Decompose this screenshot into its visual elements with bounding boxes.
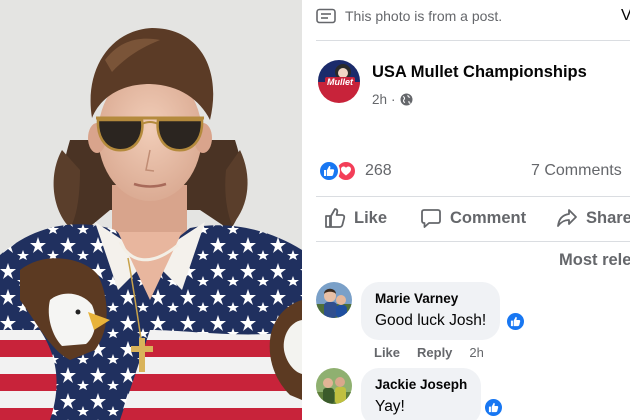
- reaction-summary[interactable]: 268: [318, 160, 392, 182]
- post-notice[interactable]: This photo is from a post.: [316, 8, 502, 24]
- comment-sort-dropdown[interactable]: Most relevant: [559, 251, 630, 270]
- truncated-header-link[interactable]: V: [621, 7, 630, 25]
- photo-illustration: [0, 0, 302, 420]
- divider: [316, 196, 630, 197]
- comment-actions: Like Reply 2h: [374, 345, 484, 360]
- post-notice-text: This photo is from a post.: [345, 8, 503, 24]
- comment-reply-link[interactable]: Reply: [417, 345, 452, 360]
- post-photo[interactable]: [0, 0, 302, 420]
- avatar[interactable]: [316, 282, 352, 318]
- share-button-label: Share: [586, 208, 630, 227]
- comment-text: Yay!: [375, 398, 405, 415]
- comment-text: Good luck Josh!: [375, 312, 487, 329]
- divider: [316, 241, 630, 242]
- like-button-label: Like: [354, 208, 388, 227]
- post-time[interactable]: 2h: [372, 92, 387, 107]
- post-meta: 2h ·: [372, 92, 587, 107]
- comments-count[interactable]: 7 Comments: [531, 162, 622, 180]
- comment-like-badge-icon[interactable]: [505, 311, 526, 332]
- comment-author[interactable]: Marie Varney: [375, 291, 486, 306]
- page-logo-lettering: Mullet: [327, 77, 354, 87]
- comment-time[interactable]: 2h: [469, 345, 483, 360]
- avatar[interactable]: [316, 368, 352, 404]
- page-name[interactable]: USA Mullet Championships: [372, 63, 587, 82]
- comment-item: Jackie Joseph Yay!: [316, 368, 616, 420]
- post-header: Mullet USA Mullet Championships 2h ·: [316, 58, 587, 107]
- comment-bubble[interactable]: Jackie Joseph Yay!: [361, 368, 482, 420]
- share-icon: [557, 209, 577, 227]
- comment-button-label: Comment: [450, 208, 527, 227]
- page-logo[interactable]: Mullet: [316, 58, 362, 104]
- like-button[interactable]: Like: [324, 207, 387, 229]
- comment-author[interactable]: Jackie Joseph: [375, 377, 467, 392]
- divider: [316, 40, 630, 41]
- share-button[interactable]: Share: [556, 207, 630, 229]
- comment-item: Marie Varney Good luck Josh! Like Reply …: [316, 282, 616, 362]
- post-panel: This photo is from a post. V Mullet USA …: [302, 0, 630, 420]
- post-notice-icon: [316, 8, 336, 24]
- comment-like-link[interactable]: Like: [374, 345, 400, 360]
- meta-separator: ·: [391, 92, 396, 107]
- reaction-count: 268: [365, 162, 392, 179]
- thumbs-up-icon: [325, 208, 346, 228]
- comment-button[interactable]: Comment: [420, 207, 526, 229]
- globe-icon: [400, 93, 413, 106]
- comment-like-badge-icon[interactable]: [483, 397, 504, 418]
- comment-bubble[interactable]: Marie Varney Good luck Josh!: [361, 282, 501, 340]
- comment-icon: [421, 209, 441, 228]
- like-reaction-icon: [318, 160, 340, 182]
